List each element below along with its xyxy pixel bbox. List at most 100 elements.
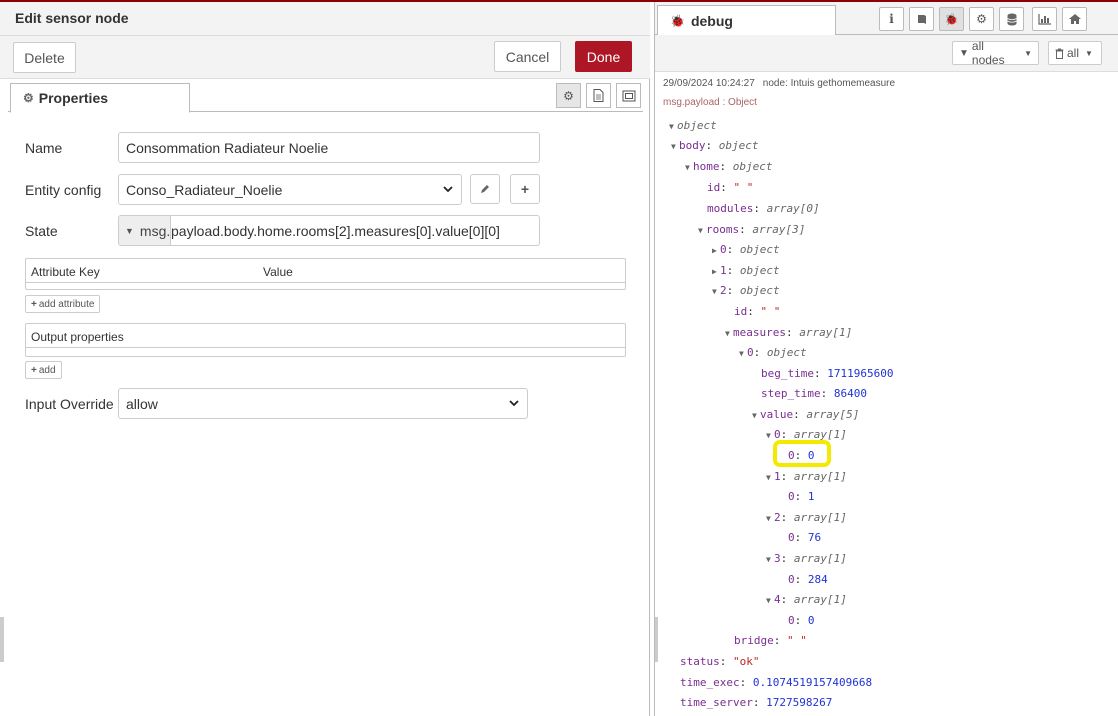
tree-row-measures[interactable]: ▼ measures: array[1] <box>725 326 852 340</box>
sidebar-config-button[interactable]: ⚙ <box>969 7 994 31</box>
debug-toolbar: ▼ all nodes ▼ all ▼ <box>655 35 1118 72</box>
tray-header: Edit sensor node <box>0 2 650 36</box>
message-meta: 29/09/2024 10:24:27 node: Intuis gethomem… <box>663 78 895 89</box>
tree-row-body[interactable]: ▼ body: object <box>671 139 759 153</box>
appearance-icon <box>622 90 635 101</box>
add-entity-config-button[interactable]: + <box>510 174 540 204</box>
home-icon <box>1068 14 1081 24</box>
state-value[interactable]: payload.body.home.rooms[2].measures[0].v… <box>171 223 500 239</box>
attribute-key-header: Attribute Key <box>31 265 100 279</box>
tree-row-value-4[interactable]: ▼ 4: array[1] <box>766 593 847 607</box>
name-input[interactable]: Consommation Radiateur Noelie <box>118 132 540 163</box>
filter-nodes-label: all nodes <box>971 39 1005 67</box>
add-output-button[interactable]: + add <box>25 361 62 379</box>
clear-filter-label: all <box>1067 46 1080 60</box>
tray-title: Edit sensor node <box>15 10 129 26</box>
tree-row-value-3-0: 0: 284 <box>788 573 828 586</box>
tree-row-room-0[interactable]: ▶ 0: object <box>712 243 780 257</box>
bug-icon: 🐞 <box>670 13 685 28</box>
tree-row-value[interactable]: ▼ value: array[5] <box>752 408 859 422</box>
plus-icon: + <box>520 181 530 197</box>
tree-row-time-server: time_server: 1727598267 <box>680 696 833 709</box>
tree-row-value-4-0: 0: 0 <box>788 614 815 627</box>
tree-row-time-exec: time_exec: 0.1074519157409668 <box>680 676 873 689</box>
caret-down-icon: ▼ <box>1024 48 1032 58</box>
state-type-label: msg. <box>139 222 171 239</box>
edit-sensor-node-tray: Edit sensor node Delete Cancel Done ⚙ Pr… <box>0 2 650 716</box>
tree-row-rooms[interactable]: ▼ rooms: array[3] <box>698 223 805 237</box>
delete-button[interactable]: Delete <box>13 42 76 73</box>
caret-down-icon: ▼ <box>766 596 771 605</box>
divider <box>26 347 625 348</box>
caret-down-icon: ▼ <box>685 163 690 172</box>
tree-row-value-2-0: 0: 76 <box>788 531 822 544</box>
sidebar-home-button[interactable] <box>1062 7 1087 31</box>
caret-down-icon: ▼ <box>739 349 744 358</box>
tree-row-root[interactable]: ▼ object <box>669 119 717 133</box>
sidebar-dashboard-button[interactable] <box>1032 7 1057 31</box>
state-label: State <box>25 223 58 239</box>
clear-messages-dropdown[interactable]: all ▼ <box>1048 41 1102 65</box>
tree-row-status: status: "ok" <box>680 655 760 668</box>
sidebar-help-button[interactable] <box>909 7 934 31</box>
tab-properties-label: Properties <box>38 90 109 106</box>
chevron-down-icon <box>443 186 453 193</box>
state-type-selector[interactable]: ▼ msg. <box>119 216 171 245</box>
tab-debug[interactable]: 🐞 debug <box>657 5 836 36</box>
input-override-select[interactable]: allow <box>118 388 528 419</box>
caret-down-icon: ▼ <box>766 431 771 440</box>
node-settings-tab-button[interactable]: ⚙ <box>556 83 581 108</box>
highlight-annotation <box>773 440 831 467</box>
description-tab-button[interactable] <box>586 83 611 108</box>
tree-row-value-1-0: 0: 1 <box>788 490 815 503</box>
state-typed-input[interactable]: ▼ msg. payload.body.home.rooms[2].measur… <box>118 215 540 246</box>
tree-row-modules: modules: array[0] <box>707 202 820 215</box>
tree-row-room-1[interactable]: ▶ 1: object <box>712 264 780 278</box>
info-icon: i <box>889 12 894 26</box>
pencil-icon <box>481 185 489 193</box>
edit-entity-config-button[interactable] <box>470 174 500 204</box>
add-output-label: add <box>38 364 56 376</box>
tree-row-home[interactable]: ▼ home: object <box>685 160 773 174</box>
tree-row-bridge: bridge: " " <box>734 634 807 647</box>
input-override-value: allow <box>126 395 158 412</box>
gear-icon: ⚙ <box>23 91 34 105</box>
tree-row-value-1[interactable]: ▼ 1: array[1] <box>766 470 847 484</box>
gear-icon: ⚙ <box>563 88 574 103</box>
cancel-button[interactable]: Cancel <box>494 41 561 72</box>
plus-icon: + <box>31 298 37 310</box>
done-button[interactable]: Done <box>575 41 632 72</box>
sidebar-info-button[interactable]: i <box>879 7 904 31</box>
attributes-list: Attribute Key Value <box>25 258 626 290</box>
appearance-tab-button[interactable] <box>616 83 641 108</box>
message-path: msg.payload : Object <box>663 97 757 108</box>
tab-properties[interactable]: ⚙ Properties <box>10 83 190 113</box>
entity-config-select[interactable]: Conso_Radiateur_Noelie <box>118 174 462 205</box>
chevron-down-icon <box>509 400 519 407</box>
filter-nodes-dropdown[interactable]: ▼ all nodes ▼ <box>952 39 1039 67</box>
tray-toolbar: Delete Cancel Done <box>0 36 650 79</box>
caret-down-icon: ▼ <box>725 329 730 338</box>
input-override-label: Input Override <box>25 396 114 412</box>
caret-down-icon: ▼ <box>1085 48 1093 58</box>
tree-row-value-2[interactable]: ▼ 2: array[1] <box>766 511 847 525</box>
sidebar-context-button[interactable] <box>999 7 1024 31</box>
scrollbar[interactable] <box>0 617 4 662</box>
document-icon <box>593 89 604 102</box>
caret-down-icon: ▼ <box>766 514 771 523</box>
tree-row-value-3[interactable]: ▼ 3: array[1] <box>766 552 847 566</box>
sidebar-debug-button[interactable]: 🐞 <box>939 7 964 31</box>
caret-down-icon: ▼ <box>125 225 134 236</box>
caret-down-icon: ▼ <box>698 226 703 235</box>
output-properties-header: Output properties <box>31 330 124 344</box>
add-attribute-button[interactable]: + add attribute <box>25 295 101 313</box>
entity-config-value: Conso_Radiateur_Noelie <box>126 181 283 198</box>
scrollbar[interactable] <box>655 617 658 662</box>
add-attribute-label: add attribute <box>38 298 95 310</box>
tree-row-room-2[interactable]: ▼ 2: object <box>712 284 780 298</box>
caret-down-icon: ▼ <box>671 142 676 151</box>
tree-row-room-id: id: " " <box>734 305 781 318</box>
tree-row-measure-0[interactable]: ▼ 0: object <box>739 346 807 360</box>
output-properties-list: Output properties <box>25 323 626 357</box>
message-node[interactable]: node: Intuis gethomemeasure <box>763 78 895 89</box>
